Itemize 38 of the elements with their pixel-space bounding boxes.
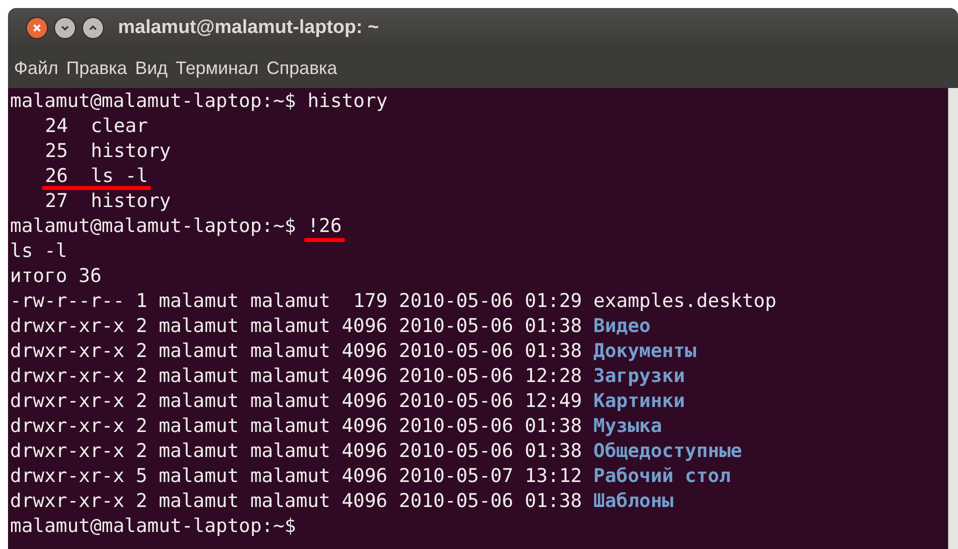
file-details: drwxr-xr-x 2 malamut malamut 4096 2010-05-06 01:38 — [10, 414, 582, 439]
file-details: drwxr-xr-x 2 malamut malamut 4096 2010-05-06 01:38 — [10, 439, 582, 464]
directory-name: Картинки — [593, 389, 685, 414]
output-text: ls -l — [10, 240, 68, 262]
history-entry: 25 history — [45, 140, 171, 162]
window-title: malamut@malamut-laptop: ~ — [118, 16, 379, 40]
directory-name: Общедоступные — [593, 439, 742, 464]
file-details: drwxr-xr-x 2 malamut malamut 4096 2010-05-06 12:49 — [10, 389, 582, 414]
directory-name: Документы — [593, 339, 696, 364]
shell-prompt: malamut@malamut-laptop:~$ — [10, 514, 296, 539]
file-details: drwxr-xr-x 2 malamut malamut 4096 2010-05-06 12:28 — [10, 364, 582, 389]
file-name: examples.desktop — [593, 289, 776, 314]
menu-item[interactable]: Файл — [10, 54, 62, 82]
file-details: drwxr-xr-x 2 malamut malamut 4096 2010-05-06 01:38 — [10, 489, 582, 514]
shell-prompt: malamut@malamut-laptop:~$ — [10, 214, 296, 239]
shell-prompt: malamut@malamut-laptop:~$ — [10, 89, 296, 114]
menu-item[interactable]: Правка — [62, 54, 132, 82]
directory-name: Загрузки — [593, 364, 685, 389]
history-entry: 27 history — [45, 190, 171, 212]
file-details: drwxr-xr-x 2 malamut malamut 4096 2010-05-06 01:38 — [10, 314, 582, 339]
file-details: -rw-r--r-- 1 malamut malamut 179 2010-05-06 01:29 — [10, 289, 582, 314]
menu-item[interactable]: Справка — [262, 54, 342, 82]
maximize-icon[interactable] — [82, 17, 104, 39]
directory-name: Музыка — [593, 414, 662, 439]
minimize-icon[interactable] — [54, 17, 76, 39]
directory-name: Рабочий стол — [593, 464, 731, 489]
close-icon[interactable] — [26, 17, 48, 39]
menu-item[interactable]: Вид — [131, 54, 172, 82]
command-text: history — [307, 89, 388, 114]
directory-name: Видео — [593, 314, 651, 339]
menu-item[interactable]: Терминал — [172, 54, 263, 82]
output-text: итого 36 — [10, 265, 102, 287]
directory-name: Шаблоны — [593, 489, 674, 514]
file-details: drwxr-xr-x 2 malamut malamut 4096 2010-05-06 01:38 — [10, 339, 582, 364]
file-details: drwxr-xr-x 5 malamut malamut 4096 2010-05-07 13:12 — [10, 464, 582, 489]
history-entry: 26 ls -l — [45, 165, 148, 187]
command-text: !26 — [307, 214, 342, 239]
history-entry: 24 clear — [45, 115, 148, 137]
